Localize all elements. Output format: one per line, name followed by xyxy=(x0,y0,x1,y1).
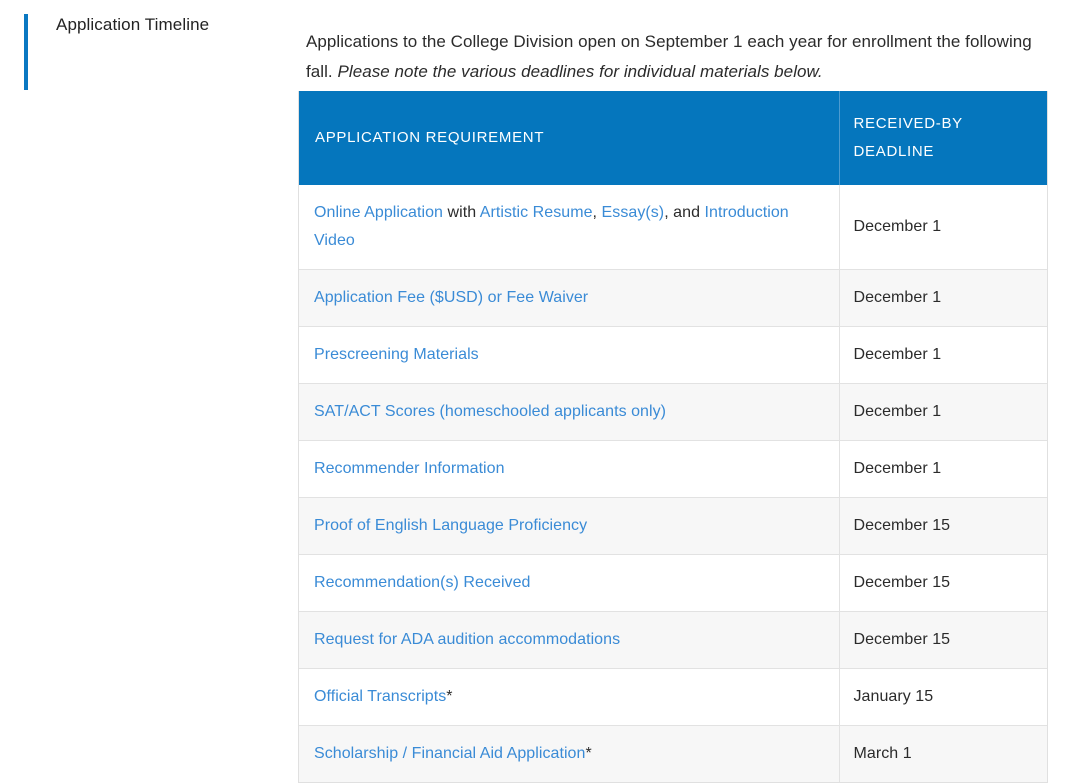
cell-received-by-deadline: December 1 xyxy=(839,185,1047,270)
table-row: Official Transcripts*January 15 xyxy=(299,669,1047,726)
table-body: Online Application with Artistic Resume,… xyxy=(299,185,1047,782)
accent-bar xyxy=(24,14,28,90)
application-timeline-page: Application Timeline Applications to the… xyxy=(0,0,1080,759)
requirement-plain-text: with xyxy=(443,204,480,221)
cell-received-by-deadline: December 1 xyxy=(839,270,1047,327)
table-header: APPLICATION REQUIREMENT RECEIVED-BY DEAD… xyxy=(299,91,1047,185)
cell-application-requirement: Scholarship / Financial Aid Application* xyxy=(299,726,839,783)
requirement-link[interactable]: Proof of English Language Proficiency xyxy=(314,517,587,534)
section-heading: Application Timeline xyxy=(24,14,274,92)
cell-application-requirement: Recommendation(s) Received xyxy=(299,555,839,612)
table-header-row: APPLICATION REQUIREMENT RECEIVED-BY DEAD… xyxy=(299,91,1047,185)
deadlines-table-container: APPLICATION REQUIREMENT RECEIVED-BY DEAD… xyxy=(298,91,1048,783)
deadlines-table: APPLICATION REQUIREMENT RECEIVED-BY DEAD… xyxy=(299,91,1047,782)
cell-received-by-deadline: December 1 xyxy=(839,441,1047,498)
footnote-asterisk: * xyxy=(585,745,591,762)
requirement-link[interactable]: Recommender Information xyxy=(314,460,505,477)
cell-application-requirement: Prescreening Materials xyxy=(299,327,839,384)
cell-received-by-deadline: December 1 xyxy=(839,327,1047,384)
intro-paragraph: Applications to the College Division ope… xyxy=(306,27,1054,87)
table-row: Recommendation(s) Received December 15 xyxy=(299,555,1047,612)
requirement-link[interactable]: SAT/ACT Scores (homeschooled applicants … xyxy=(314,403,666,420)
cell-received-by-deadline: December 1 xyxy=(839,384,1047,441)
requirement-link[interactable]: Scholarship / Financial Aid Application xyxy=(314,745,585,762)
page-title: Application Timeline xyxy=(56,14,209,36)
cell-received-by-deadline: January 15 xyxy=(839,669,1047,726)
column-header-received-by-deadline-line-1: RECEIVED-BY xyxy=(854,110,1032,138)
cell-application-requirement: Recommender Information xyxy=(299,441,839,498)
requirement-link[interactable]: Application Fee ($USD) or Fee Waiver xyxy=(314,289,588,306)
table-row: Application Fee ($USD) or Fee Waiver Dece… xyxy=(299,270,1047,327)
cell-received-by-deadline: December 15 xyxy=(839,612,1047,669)
cell-application-requirement: Official Transcripts* xyxy=(299,669,839,726)
cell-received-by-deadline: December 15 xyxy=(839,555,1047,612)
cell-received-by-deadline: March 1 xyxy=(839,726,1047,783)
cell-application-requirement: Request for ADA audition accommodations xyxy=(299,612,839,669)
table-row: SAT/ACT Scores (homeschooled applicants … xyxy=(299,384,1047,441)
intro-italic-note: Please note the various deadlines for in… xyxy=(337,62,822,81)
cell-application-requirement: Proof of English Language Proficiency xyxy=(299,498,839,555)
cell-received-by-deadline: December 15 xyxy=(839,498,1047,555)
table-row: Request for ADA audition accommodations D… xyxy=(299,612,1047,669)
cell-application-requirement: Application Fee ($USD) or Fee Waiver xyxy=(299,270,839,327)
column-header-application-requirement: APPLICATION REQUIREMENT xyxy=(299,91,839,185)
requirement-link[interactable]: Recommendation(s) Received xyxy=(314,574,531,591)
cell-application-requirement: SAT/ACT Scores (homeschooled applicants … xyxy=(299,384,839,441)
requirement-plain-text: , and xyxy=(664,204,704,221)
table-row: Proof of English Language Proficiency Dec… xyxy=(299,498,1047,555)
requirement-plain-text: , xyxy=(593,204,602,221)
requirement-link[interactable]: Official Transcripts xyxy=(314,688,446,705)
table-row: Prescreening Materials December 1 xyxy=(299,327,1047,384)
table-row: Recommender Information December 1 xyxy=(299,441,1047,498)
cell-application-requirement: Online Application with Artistic Resume,… xyxy=(299,185,839,270)
column-header-application-requirement-line-1: APPLICATION REQUIREMENT xyxy=(315,124,823,152)
requirement-link[interactable]: Artistic Resume xyxy=(480,204,593,221)
column-header-received-by-deadline-line-2: DEADLINE xyxy=(854,138,1032,166)
column-header-received-by-deadline: RECEIVED-BY DEADLINE xyxy=(839,91,1047,185)
requirement-link[interactable]: Essay(s) xyxy=(602,204,665,221)
requirement-link[interactable]: Online Application xyxy=(314,204,443,221)
requirement-link[interactable]: Request for ADA audition accommodations xyxy=(314,631,620,648)
requirement-link[interactable]: Prescreening Materials xyxy=(314,346,479,363)
table-row: Online Application with Artistic Resume,… xyxy=(299,185,1047,270)
footnote-asterisk: * xyxy=(446,688,452,705)
table-row: Scholarship / Financial Aid Application*… xyxy=(299,726,1047,783)
